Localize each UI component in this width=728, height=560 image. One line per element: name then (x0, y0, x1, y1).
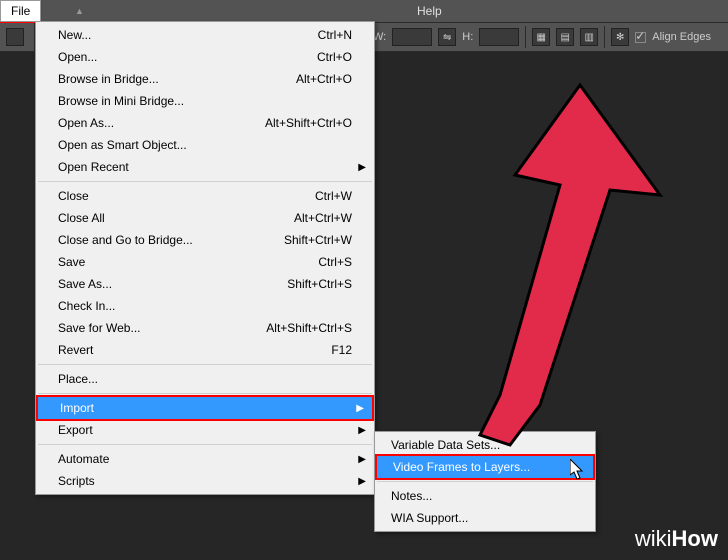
align-icon[interactable]: ▦ (532, 28, 550, 46)
menu-item-close-bridge[interactable]: Close and Go to Bridge...Shift+Ctrl+W (36, 229, 374, 251)
align-icon-3[interactable]: ▥ (580, 28, 598, 46)
file-menu-dropdown: New...Ctrl+N Open...Ctrl+O Browse in Bri… (35, 21, 375, 495)
menu-item-import[interactable]: Import▶ (38, 397, 372, 419)
menu-item-open-recent[interactable]: Open Recent▶ (36, 156, 374, 178)
menu-item-close-all[interactable]: Close AllAlt+Ctrl+W (36, 207, 374, 229)
menu-item-browse-bridge[interactable]: Browse in Bridge...Alt+Ctrl+O (36, 68, 374, 90)
height-input[interactable] (479, 28, 519, 46)
submenu-arrow-icon: ▶ (358, 476, 366, 487)
menu-item-revert[interactable]: RevertF12 (36, 339, 374, 361)
menu-divider (38, 181, 372, 182)
submenu-arrow-icon: ▶ (356, 403, 364, 414)
toolbar-icon-button[interactable] (6, 28, 24, 46)
menu-divider (38, 393, 372, 394)
menu-item-open-smart-object[interactable]: Open as Smart Object... (36, 134, 374, 156)
mouse-cursor-icon (570, 459, 588, 481)
menubar: File ▲ Help (0, 0, 728, 22)
menu-item-new[interactable]: New...Ctrl+N (36, 24, 374, 46)
menu-file-label: File (11, 4, 30, 18)
menu-item-close[interactable]: CloseCtrl+W (36, 185, 374, 207)
menu-item-save[interactable]: SaveCtrl+S (36, 251, 374, 273)
gear-icon[interactable]: ✻ (611, 28, 629, 46)
menu-item-open[interactable]: Open...Ctrl+O (36, 46, 374, 68)
menu-item-scripts[interactable]: Scripts▶ (36, 470, 374, 492)
submenu-arrow-icon: ▶ (358, 425, 366, 436)
menu-file[interactable]: File (0, 0, 41, 22)
menu-item-place[interactable]: Place... (36, 368, 374, 390)
menu-item-export[interactable]: Export▶ (36, 419, 374, 441)
menu-item-open-as[interactable]: Open As...Alt+Shift+Ctrl+O (36, 112, 374, 134)
submenu-arrow-icon: ▶ (358, 162, 366, 173)
submenu-item-wia-support[interactable]: WIA Support... (375, 507, 595, 529)
width-input[interactable] (392, 28, 432, 46)
align-icon-2[interactable]: ▤ (556, 28, 574, 46)
triangle-up-icon: ▲ (75, 6, 84, 16)
submenu-arrow-icon: ▶ (358, 454, 366, 465)
height-label: H: (462, 31, 473, 43)
menu-item-browse-mini-bridge[interactable]: Browse in Mini Bridge... (36, 90, 374, 112)
annotation-arrow-icon (430, 75, 680, 455)
wikihow-watermark: wikiHow (635, 526, 718, 552)
submenu-item-notes[interactable]: Notes... (375, 485, 595, 507)
menu-divider (377, 481, 593, 482)
menu-item-automate[interactable]: Automate▶ (36, 448, 374, 470)
submenu-item-video-frames-to-layers[interactable]: Video Frames to Layers... (377, 456, 593, 478)
align-edges-label: Align Edges (652, 31, 711, 43)
menu-help[interactable]: Help (417, 4, 442, 18)
align-edges-checkbox[interactable] (635, 32, 646, 43)
menu-divider (38, 444, 372, 445)
menu-item-save-as[interactable]: Save As...Shift+Ctrl+S (36, 273, 374, 295)
menu-item-save-for-web[interactable]: Save for Web...Alt+Shift+Ctrl+S (36, 317, 374, 339)
link-icon[interactable]: ⇋ (438, 28, 456, 46)
menu-divider (38, 364, 372, 365)
menu-item-check-in[interactable]: Check In... (36, 295, 374, 317)
